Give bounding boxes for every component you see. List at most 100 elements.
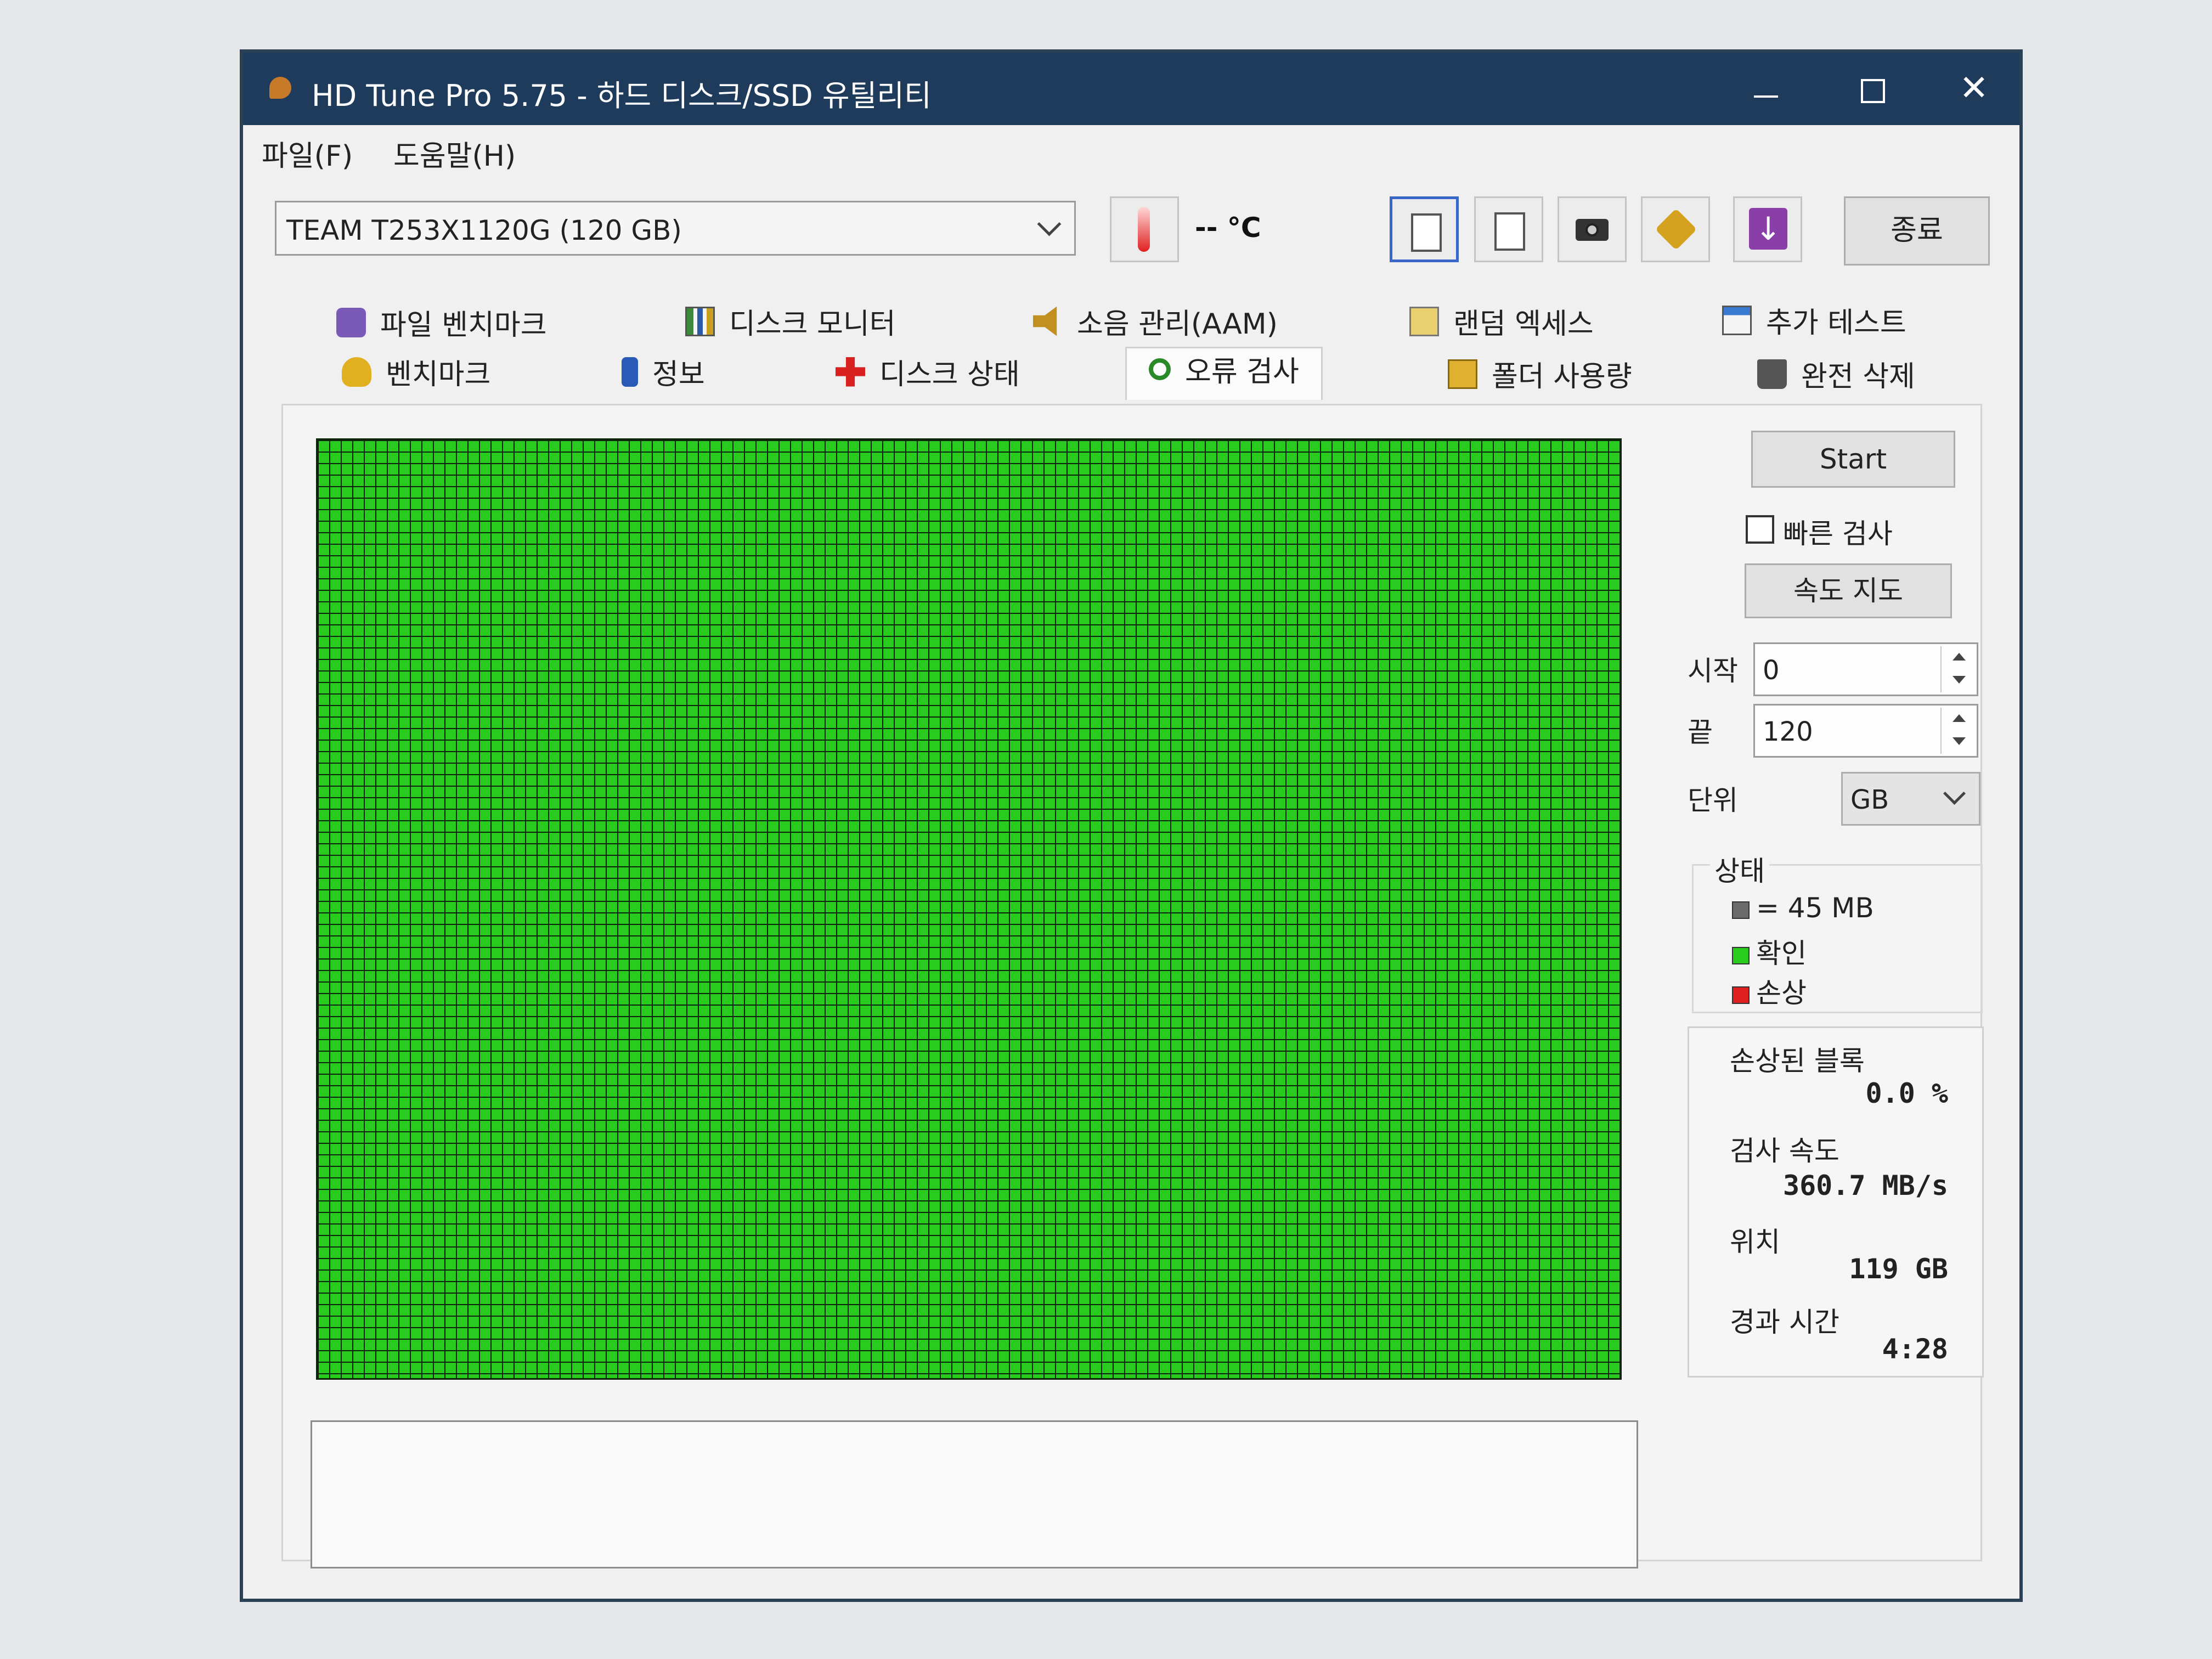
tab-label: 디스크 모니터 bbox=[729, 308, 896, 341]
copy-graph-button[interactable] bbox=[1474, 196, 1543, 262]
minimize-button[interactable] bbox=[1735, 64, 1796, 113]
tab-extra-tests[interactable]: 추가 테스트 bbox=[1722, 300, 1906, 346]
unscanned-swatch bbox=[1732, 901, 1750, 919]
tab-label: 추가 테스트 bbox=[1766, 307, 1906, 340]
menu-help[interactable]: 도움말(H) bbox=[393, 133, 516, 174]
tab-random-access[interactable]: 랜덤 엑세스 bbox=[1409, 301, 1594, 347]
chevron-down-icon bbox=[1943, 782, 1966, 805]
window-title: HD Tune Pro 5.75 - 하드 디스크/SSD 유틸리티 bbox=[312, 78, 932, 113]
start-button[interactable]: Start bbox=[1751, 431, 1955, 488]
tab-label: 디스크 상태 bbox=[879, 358, 1020, 391]
legend-damaged: 손상 bbox=[1732, 971, 1807, 1011]
arrow-up-icon[interactable] bbox=[1953, 714, 1966, 722]
copy-text-button[interactable] bbox=[1390, 196, 1459, 262]
save-button[interactable]: ↓ bbox=[1733, 196, 1802, 262]
scan-speed-label: 검사 속도 bbox=[1730, 1135, 1839, 1167]
drive-select-value: TEAM T253X1120G (120 GB) bbox=[286, 215, 682, 246]
chart-icon bbox=[685, 306, 715, 336]
thermometer-icon bbox=[1138, 207, 1150, 252]
lightbulb-icon bbox=[342, 357, 371, 387]
chevron-down-icon bbox=[1037, 212, 1062, 236]
log-box[interactable] bbox=[311, 1420, 1638, 1568]
temperature-button[interactable] bbox=[1110, 196, 1179, 262]
temperature-readout: -- °C bbox=[1195, 212, 1261, 244]
tab-label: 랜덤 엑세스 bbox=[1453, 308, 1594, 341]
legend-ok: 확인 bbox=[1732, 932, 1807, 971]
quick-scan-label: 빠른 검사 bbox=[1783, 518, 1893, 550]
folder-icon bbox=[1448, 359, 1477, 389]
end-spinner[interactable] bbox=[1940, 708, 1974, 754]
health-cross-icon bbox=[836, 357, 865, 387]
end-field-label: 끝 bbox=[1688, 716, 1713, 748]
tab-folder-usage[interactable]: 폴더 사용량 bbox=[1448, 353, 1632, 399]
arrow-down-icon[interactable] bbox=[1953, 676, 1966, 684]
scan-controls: Start 빠른 검사 속도 지도 시작 0 끝 120 단위 GB 상태 = … bbox=[1688, 405, 1984, 1503]
extra-tests-icon bbox=[1722, 305, 1752, 335]
download-icon: ↓ bbox=[1749, 208, 1787, 250]
start-field-label: 시작 bbox=[1688, 655, 1738, 687]
start-input-value: 0 bbox=[1763, 655, 1780, 686]
menu-file[interactable]: 파일(F) bbox=[262, 133, 353, 174]
tab-area: 파일 벤치마크 디스크 모니터 소음 관리(AAM) 랜덤 엑세스 추가 테스트… bbox=[281, 300, 1984, 1568]
damaged-blocks-value: 0.0 % bbox=[1865, 1077, 1948, 1109]
error-scan-panel: Start 빠른 검사 속도 지도 시작 0 끝 120 단위 GB 상태 = … bbox=[281, 404, 1984, 1568]
drive-select[interactable]: TEAM T253X1120G (120 GB) bbox=[275, 201, 1076, 256]
position-label: 위치 bbox=[1730, 1226, 1780, 1258]
menu-bar: 파일(F) 도움말(H) bbox=[243, 125, 2019, 174]
arrow-up-icon[interactable] bbox=[1953, 653, 1966, 661]
elapsed-label: 경과 시간 bbox=[1730, 1306, 1839, 1338]
tab-label: 정보 bbox=[652, 358, 705, 391]
maximize-button[interactable] bbox=[1842, 64, 1903, 113]
tab-error-scan[interactable]: 오류 검사 bbox=[1125, 347, 1323, 400]
ok-label: 확인 bbox=[1756, 938, 1807, 969]
screenshot-button[interactable] bbox=[1558, 196, 1627, 262]
options-button[interactable] bbox=[1641, 196, 1710, 262]
status-legend: 상태 = 45 MB 확인 손상 bbox=[1692, 849, 1983, 1013]
scan-speed-value: 360.7 MB/s bbox=[1782, 1170, 1948, 1201]
unit-label: 단위 bbox=[1688, 785, 1738, 816]
unit-select-value: GB bbox=[1850, 785, 1889, 815]
arrow-down-icon[interactable] bbox=[1953, 737, 1966, 745]
end-input-value: 120 bbox=[1763, 716, 1813, 747]
block-size-text: = 45 MB bbox=[1756, 892, 1874, 924]
tab-label: 오류 검사 bbox=[1185, 356, 1299, 388]
title-bar[interactable]: HD Tune Pro 5.75 - 하드 디스크/SSD 유틸리티 ✕ bbox=[243, 53, 2019, 125]
damaged-label: 손상 bbox=[1756, 977, 1807, 1009]
magnifier-icon bbox=[1149, 358, 1171, 380]
file-benchmark-icon bbox=[336, 307, 366, 337]
tab-label: 벤치마크 bbox=[386, 358, 491, 391]
tab-disk-monitor[interactable]: 디스크 모니터 bbox=[685, 301, 896, 347]
app-window: HD Tune Pro 5.75 - 하드 디스크/SSD 유틸리티 ✕ 파일(… bbox=[240, 49, 2023, 1602]
damaged-swatch bbox=[1732, 986, 1750, 1004]
tab-label: 파일 벤치마크 bbox=[380, 309, 547, 342]
close-button[interactable]: ✕ bbox=[1944, 64, 2004, 113]
start-spinner[interactable] bbox=[1940, 646, 1974, 692]
status-title: 상태 bbox=[1710, 849, 1769, 889]
wrench-icon bbox=[1655, 208, 1697, 251]
camera-icon bbox=[1576, 219, 1609, 241]
start-input[interactable]: 0 bbox=[1753, 642, 1978, 696]
end-input[interactable]: 120 bbox=[1753, 704, 1978, 758]
toolbar: TEAM T253X1120G (120 GB) -- °C ↓ 종료 bbox=[243, 174, 2019, 301]
scan-stats: 손상된 블록 0.0 % 검사 속도 360.7 MB/s 위치 119 GB … bbox=[1688, 1026, 1984, 1378]
trash-icon bbox=[1757, 359, 1787, 389]
exit-button[interactable]: 종료 bbox=[1844, 196, 1990, 266]
tab-label: 완전 삭제 bbox=[1801, 360, 1915, 393]
copy-icon bbox=[1411, 207, 1446, 252]
info-icon bbox=[622, 357, 638, 387]
unit-select[interactable]: GB bbox=[1841, 772, 1980, 826]
damaged-blocks-label: 손상된 블록 bbox=[1730, 1045, 1865, 1077]
tab-file-benchmark[interactable]: 파일 벤치마크 bbox=[336, 302, 547, 348]
tab-label: 폴더 사용량 bbox=[1492, 360, 1632, 393]
tab-label: 소음 관리(AAM) bbox=[1077, 308, 1278, 341]
copy-graph-icon bbox=[1494, 206, 1530, 251]
tab-aam[interactable]: 소음 관리(AAM) bbox=[1033, 301, 1278, 347]
tab-info[interactable]: 정보 bbox=[622, 351, 705, 397]
ok-swatch bbox=[1732, 946, 1750, 964]
elapsed-value: 4:28 bbox=[1882, 1333, 1948, 1365]
speed-map-button[interactable]: 속도 지도 bbox=[1745, 563, 1952, 618]
quick-scan-checkbox[interactable] bbox=[1746, 515, 1774, 544]
tab-benchmark[interactable]: 벤치마크 bbox=[342, 351, 490, 397]
tab-erase[interactable]: 완전 삭제 bbox=[1757, 353, 1915, 399]
tab-health[interactable]: 디스크 상태 bbox=[836, 351, 1020, 397]
